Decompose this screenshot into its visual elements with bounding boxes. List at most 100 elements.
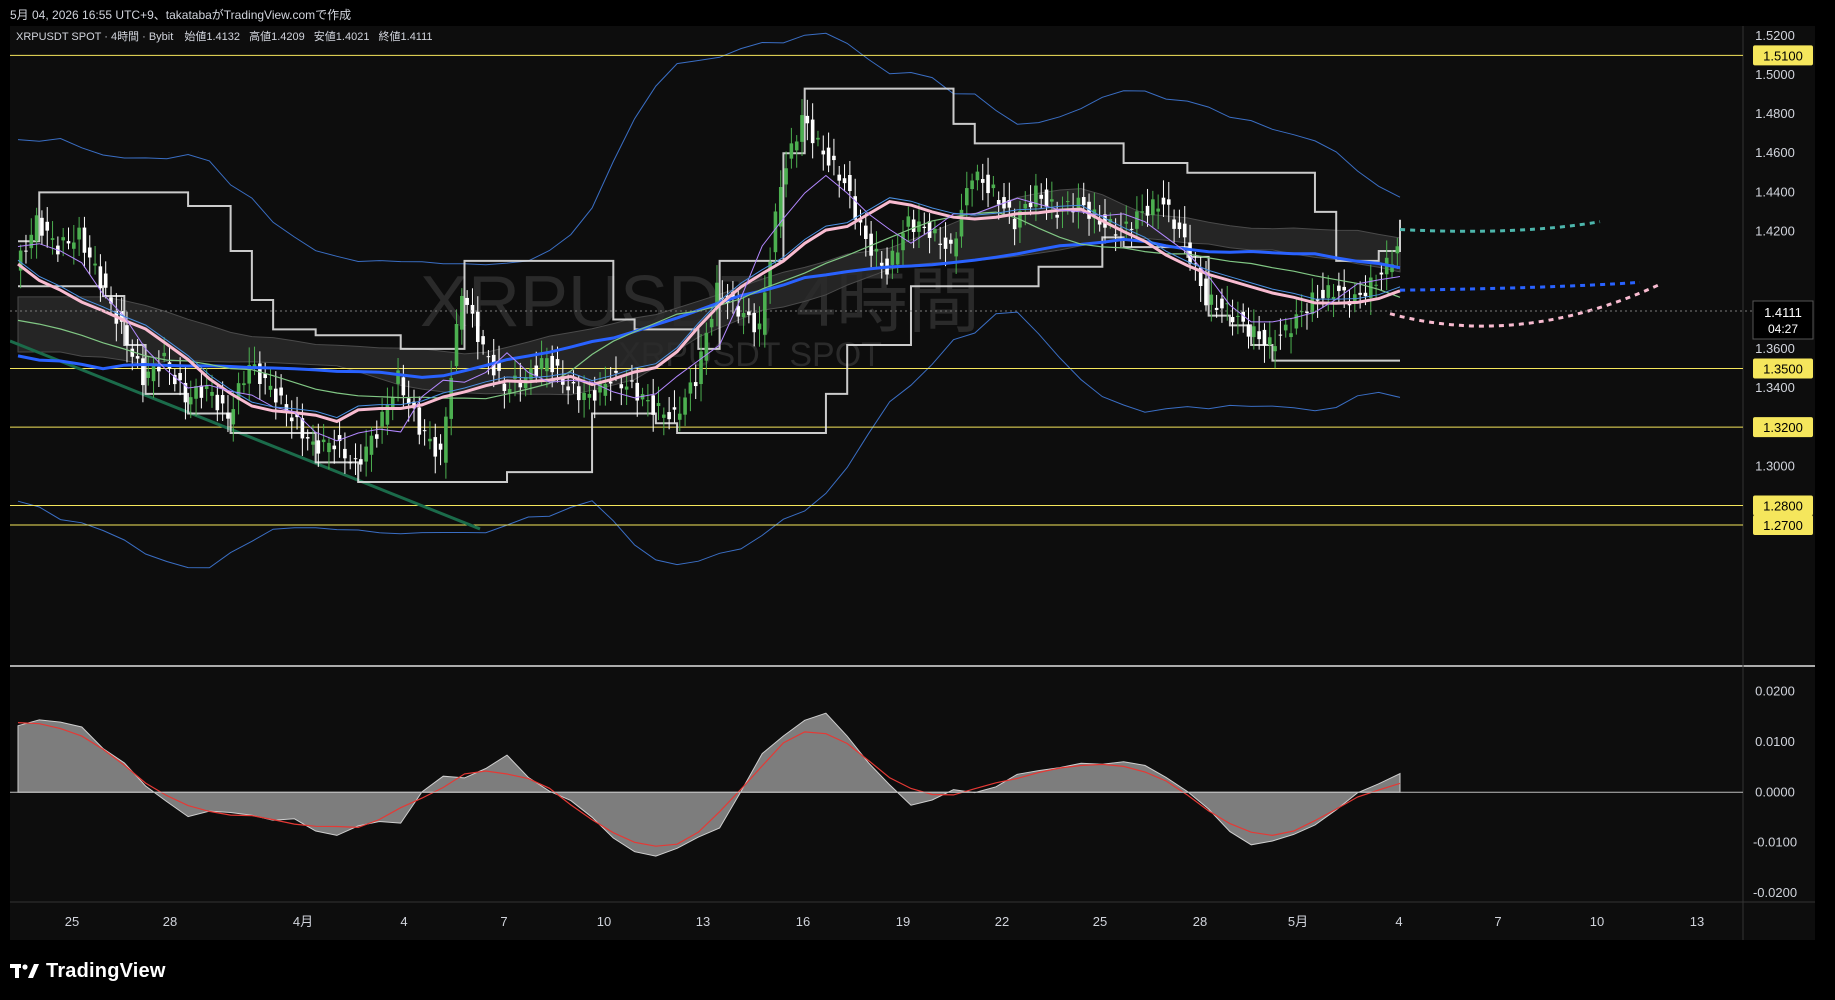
candle-body bbox=[316, 440, 321, 454]
candle-body bbox=[933, 228, 937, 234]
price-tick: 1.5200 bbox=[1755, 28, 1795, 43]
candle-body bbox=[784, 168, 788, 185]
candle-body bbox=[1145, 205, 1150, 216]
oscillator-tick: 0.0100 bbox=[1755, 734, 1795, 749]
candle-body bbox=[747, 311, 751, 315]
candle-body bbox=[1289, 333, 1293, 338]
candle-body bbox=[343, 448, 347, 459]
candle-body bbox=[699, 351, 703, 385]
candle-body bbox=[486, 356, 491, 358]
candle-body bbox=[1342, 286, 1346, 291]
candle-body bbox=[1050, 199, 1054, 202]
candle-body bbox=[1188, 242, 1192, 264]
last-price-value: 1.4111 bbox=[1764, 305, 1802, 320]
time-tick: 7 bbox=[1494, 914, 1501, 929]
candle-body bbox=[688, 382, 693, 394]
candle-body bbox=[305, 437, 310, 439]
legend-close: 1.4111 bbox=[401, 31, 433, 43]
candle-body bbox=[789, 143, 794, 159]
candle-body bbox=[826, 147, 831, 166]
candle-body bbox=[677, 413, 682, 420]
candle-body bbox=[566, 386, 570, 391]
candle-body bbox=[821, 150, 826, 155]
candle-body bbox=[1129, 228, 1134, 230]
candle-body bbox=[77, 227, 81, 240]
candle-body bbox=[672, 407, 677, 410]
candle-body bbox=[1028, 202, 1033, 208]
chart-caption: 5月 04, 2026 16:55 UTC+9、takatabaがTrading… bbox=[10, 8, 352, 22]
candle-body bbox=[157, 366, 161, 372]
candle-body bbox=[943, 237, 948, 249]
legend-low: 1.4021 bbox=[336, 31, 370, 43]
candle-body bbox=[460, 295, 464, 330]
price-tick: 1.3600 bbox=[1755, 341, 1795, 356]
candle-body bbox=[242, 383, 246, 386]
candle-body bbox=[890, 250, 895, 265]
candle-body bbox=[422, 430, 427, 432]
candle-body bbox=[1166, 199, 1171, 205]
candle-body bbox=[911, 219, 916, 232]
candle-body bbox=[980, 179, 985, 183]
candle-body bbox=[1140, 211, 1145, 213]
candle-body bbox=[1055, 214, 1059, 218]
candle-body bbox=[348, 462, 353, 464]
chart-canvas[interactable]: XRPUSDT, 4時間 XRPUSDT SPOT 1.52001.50001.… bbox=[10, 26, 1815, 940]
candle-body bbox=[327, 442, 331, 453]
candle-body bbox=[226, 412, 230, 419]
candle-body bbox=[1151, 199, 1155, 216]
svg-text:XRPUSDT SPOT · 4時間 · Bybit: XRPUSDT SPOT · 4時間 · Bybit 始値1.4132 高値1.… bbox=[16, 29, 433, 43]
chart-frame[interactable]: XRPUSDT, 4時間 XRPUSDT SPOT 1.52001.50001.… bbox=[10, 26, 1815, 940]
candle-body bbox=[210, 391, 214, 396]
time-tick: 13 bbox=[1690, 914, 1704, 929]
legend-symbol: XRPUSDT SPOT · 4時間 · Bybit bbox=[16, 30, 173, 43]
price-tick: 1.5000 bbox=[1755, 67, 1795, 82]
candle-body bbox=[1305, 311, 1309, 314]
candle-body bbox=[364, 446, 368, 462]
oscillator-tick: -0.0200 bbox=[1753, 885, 1797, 900]
candle-body bbox=[1039, 194, 1044, 199]
candle-body bbox=[709, 318, 714, 328]
candle-body bbox=[178, 372, 182, 381]
time-tick: 7 bbox=[500, 914, 507, 929]
candle-body bbox=[1283, 324, 1288, 331]
candle-body bbox=[1358, 292, 1362, 295]
candle-body bbox=[901, 233, 905, 251]
candle-body bbox=[1321, 289, 1325, 299]
candle-body bbox=[741, 313, 746, 318]
candle-body bbox=[991, 184, 996, 189]
level-tag-label: 1.5100 bbox=[1763, 48, 1803, 63]
candle-body bbox=[199, 385, 204, 398]
candle-body bbox=[1262, 329, 1267, 346]
candle-body bbox=[369, 435, 374, 455]
candle-body bbox=[624, 386, 629, 390]
candle-body bbox=[438, 443, 443, 450]
candle-body bbox=[1267, 337, 1272, 345]
candle-body bbox=[1326, 285, 1331, 298]
candle-body bbox=[24, 250, 28, 252]
candle-body bbox=[1246, 324, 1251, 337]
candle-body bbox=[571, 382, 576, 384]
candle-body bbox=[1278, 334, 1283, 336]
candle-body bbox=[401, 377, 406, 396]
candle-body bbox=[103, 273, 108, 288]
time-tick: 16 bbox=[796, 914, 810, 929]
candle-body bbox=[45, 221, 50, 231]
candle-body bbox=[646, 400, 650, 402]
time-tick: 4 bbox=[400, 914, 407, 929]
legend-open: 1.4132 bbox=[206, 31, 240, 43]
candle-body bbox=[1379, 272, 1384, 275]
candle-body bbox=[231, 409, 236, 425]
candle-body bbox=[1204, 278, 1208, 306]
oscillator-tick: 0.0000 bbox=[1755, 784, 1795, 799]
level-tag-label: 1.3200 bbox=[1763, 420, 1803, 435]
time-tick: 28 bbox=[1193, 914, 1207, 929]
legend-high: 1.4209 bbox=[271, 31, 305, 43]
time-tick: 19 bbox=[896, 914, 910, 929]
candle-body bbox=[816, 137, 820, 140]
candle-body bbox=[927, 221, 932, 238]
tradingview-footer[interactable]: TradingView bbox=[10, 956, 166, 986]
candle-body bbox=[93, 263, 97, 266]
candle-body bbox=[603, 383, 608, 396]
candle-body bbox=[1124, 221, 1129, 224]
candle-body bbox=[949, 239, 953, 244]
